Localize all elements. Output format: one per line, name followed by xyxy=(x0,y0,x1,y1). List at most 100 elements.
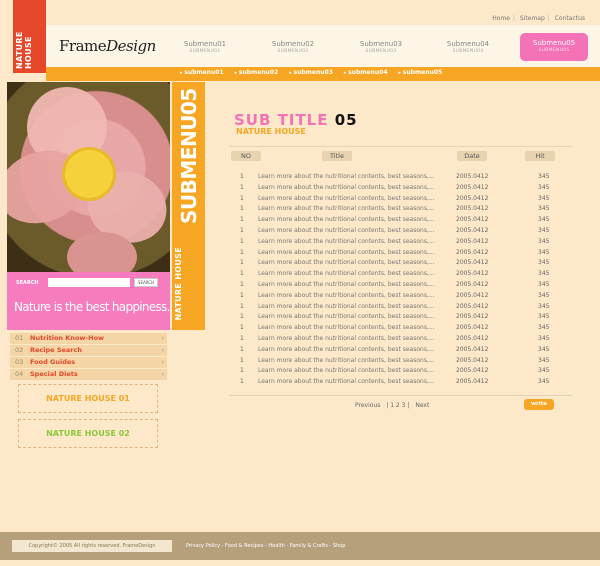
nav-item-submenu02[interactable]: Submenu02 SUBMENU02 xyxy=(258,40,328,54)
row-hit: 345 xyxy=(538,302,550,310)
row-number: 1 xyxy=(240,226,244,234)
row-number: 1 xyxy=(240,270,244,278)
row-title[interactable]: Learn more about the nutritional content… xyxy=(258,357,435,364)
chevron-right-icon: › xyxy=(161,359,164,366)
table-row[interactable]: 1 Learn more about the nutritional conten… xyxy=(229,194,572,205)
subnav-item-submenu04[interactable]: submenu04 xyxy=(344,69,387,76)
row-number: 1 xyxy=(240,291,244,299)
left-menu-item-special-diets[interactable]: 04 Special Diets › xyxy=(10,369,167,380)
row-title[interactable]: Learn more about the nutritional content… xyxy=(258,292,435,299)
row-date: 2005.0412 xyxy=(456,367,489,375)
nav-label: Submenu03 xyxy=(359,40,403,48)
footer-links[interactable]: Privacy Policy - Food & Recipes - Health… xyxy=(186,543,345,549)
row-hit: 345 xyxy=(538,356,550,364)
row-hit: 345 xyxy=(538,270,550,278)
nav-item-submenu04[interactable]: Submenu04 SUBMENU04 xyxy=(433,40,503,54)
row-hit: 345 xyxy=(538,259,550,267)
copyright: Copyright© 2005 All rights reserved. Fra… xyxy=(12,540,172,552)
subnav-item-submenu05[interactable]: submenu05 xyxy=(399,69,442,76)
row-title[interactable]: Learn more about the nutritional content… xyxy=(258,335,435,342)
row-date: 2005.0412 xyxy=(456,183,489,191)
table-row[interactable]: 1 Learn more about the nutritional conten… xyxy=(229,356,572,367)
row-hit: 345 xyxy=(538,313,550,321)
subnav-item-submenu01[interactable]: submenu01 xyxy=(180,69,223,76)
row-title[interactable]: Learn more about the nutritional content… xyxy=(258,205,435,212)
table-row[interactable]: 1 Learn more about the nutritional conten… xyxy=(229,323,572,334)
row-title[interactable]: Learn more about the nutritional content… xyxy=(258,227,435,234)
row-number: 1 xyxy=(240,237,244,245)
row-number: 1 xyxy=(240,324,244,332)
row-hit: 345 xyxy=(538,173,550,180)
table-row[interactable]: 1 Learn more about the nutritional conten… xyxy=(229,215,572,226)
row-number: 1 xyxy=(240,259,244,267)
page-numbers[interactable]: | 1 2 3 | xyxy=(386,402,409,409)
row-hit: 345 xyxy=(538,194,550,202)
write-button[interactable]: write xyxy=(524,399,554,410)
table-row[interactable]: 1 Learn more about the nutritional conten… xyxy=(229,226,572,237)
row-number: 1 xyxy=(240,173,244,180)
next-link[interactable]: Next xyxy=(415,402,429,409)
row-hit: 345 xyxy=(538,248,550,256)
table-row[interactable]: 1 Learn more about the nutritional conten… xyxy=(229,302,572,313)
row-hit: 345 xyxy=(538,205,550,213)
nav-item-submenu05[interactable]: Submenu05 SUBMENU05 xyxy=(520,33,588,61)
row-title[interactable]: Learn more about the nutritional content… xyxy=(258,324,435,331)
chevron-right-icon: › xyxy=(161,371,164,378)
column-header-hit: Hit xyxy=(525,151,555,161)
row-title[interactable]: Learn more about the nutritional content… xyxy=(258,184,435,191)
subnav-item-submenu02[interactable]: submenu02 xyxy=(235,69,278,76)
row-title[interactable]: Learn more about the nutritional content… xyxy=(258,378,435,385)
row-date: 2005.0412 xyxy=(456,237,489,245)
table-row[interactable]: 1 Learn more about the nutritional conten… xyxy=(229,172,572,183)
divider xyxy=(229,146,572,147)
menu-number: 01 xyxy=(15,334,24,342)
table-row[interactable]: 1 Learn more about the nutritional conten… xyxy=(229,269,572,280)
subnav: submenu01 submenu02 submenu03 submenu04 … xyxy=(180,69,442,76)
row-number: 1 xyxy=(240,280,244,288)
search-input[interactable] xyxy=(48,278,130,287)
table-row[interactable]: 1 Learn more about the nutritional conten… xyxy=(229,377,572,388)
table-row[interactable]: 1 Learn more about the nutritional conten… xyxy=(229,237,572,248)
row-title[interactable]: Learn more about the nutritional content… xyxy=(258,346,435,353)
table-row[interactable]: 1 Learn more about the nutritional conten… xyxy=(229,312,572,323)
row-title[interactable]: Learn more about the nutritional content… xyxy=(258,313,435,320)
row-number: 1 xyxy=(240,313,244,321)
table-row[interactable]: 1 Learn more about the nutritional conten… xyxy=(229,366,572,377)
board-table: 1 Learn more about the nutritional conten… xyxy=(229,172,572,388)
table-row[interactable]: 1 Learn more about the nutritional conten… xyxy=(229,204,572,215)
row-hit: 345 xyxy=(538,334,550,342)
row-title[interactable]: Learn more about the nutritional content… xyxy=(258,303,435,310)
table-row[interactable]: 1 Learn more about the nutritional conten… xyxy=(229,248,572,259)
row-number: 1 xyxy=(240,216,244,224)
row-title[interactable]: Learn more about the nutritional content… xyxy=(258,270,435,277)
row-title[interactable]: Learn more about the nutritional content… xyxy=(258,195,435,202)
table-row[interactable]: 1 Learn more about the nutritional conten… xyxy=(229,258,572,269)
row-title[interactable]: Learn more about the nutritional content… xyxy=(258,249,435,256)
row-title[interactable]: Learn more about the nutritional content… xyxy=(258,281,435,288)
subnav-item-submenu03[interactable]: submenu03 xyxy=(289,69,333,76)
row-title[interactable]: Learn more about the nutritional content… xyxy=(258,216,435,223)
table-row[interactable]: 1 Learn more about the nutritional conten… xyxy=(229,183,572,194)
table-row[interactable]: 1 Learn more about the nutritional conten… xyxy=(229,291,572,302)
flower-photo xyxy=(7,82,170,272)
row-title[interactable]: Learn more about the nutritional content… xyxy=(258,367,435,374)
nav-item-submenu01[interactable]: Submenu01 SUBMENU01 xyxy=(170,40,240,54)
row-title[interactable]: Learn more about the nutritional content… xyxy=(258,173,435,180)
search-button[interactable]: SEARCH xyxy=(134,278,158,287)
chevron-right-icon: › xyxy=(161,335,164,342)
nature-house-01-banner[interactable]: NATURE HOUSE 01 xyxy=(18,384,158,413)
nav-item-submenu03[interactable]: Submenu03 SUBMENU03 xyxy=(346,40,416,54)
row-title[interactable]: Learn more about the nutritional content… xyxy=(258,259,435,266)
left-menu-item-food-guides[interactable]: 03 Food Guides › xyxy=(10,357,167,368)
table-row[interactable]: 1 Learn more about the nutritional conten… xyxy=(229,334,572,345)
left-menu-item-nutrition[interactable]: 01 Nutrition Know-How › xyxy=(10,333,167,344)
row-date: 2005.0412 xyxy=(456,248,489,256)
row-title[interactable]: Learn more about the nutritional content… xyxy=(258,238,435,245)
row-date: 2005.0412 xyxy=(456,378,489,386)
nature-house-02-banner[interactable]: NATURE HOUSE 02 xyxy=(18,419,158,448)
left-menu-item-recipe[interactable]: 02 Recipe Search › xyxy=(10,345,167,356)
previous-link[interactable]: Previous xyxy=(355,402,380,409)
table-row[interactable]: 1 Learn more about the nutritional conten… xyxy=(229,280,572,291)
table-row[interactable]: 1 Learn more about the nutritional conten… xyxy=(229,345,572,356)
nav-label: Submenu04 xyxy=(446,40,490,48)
